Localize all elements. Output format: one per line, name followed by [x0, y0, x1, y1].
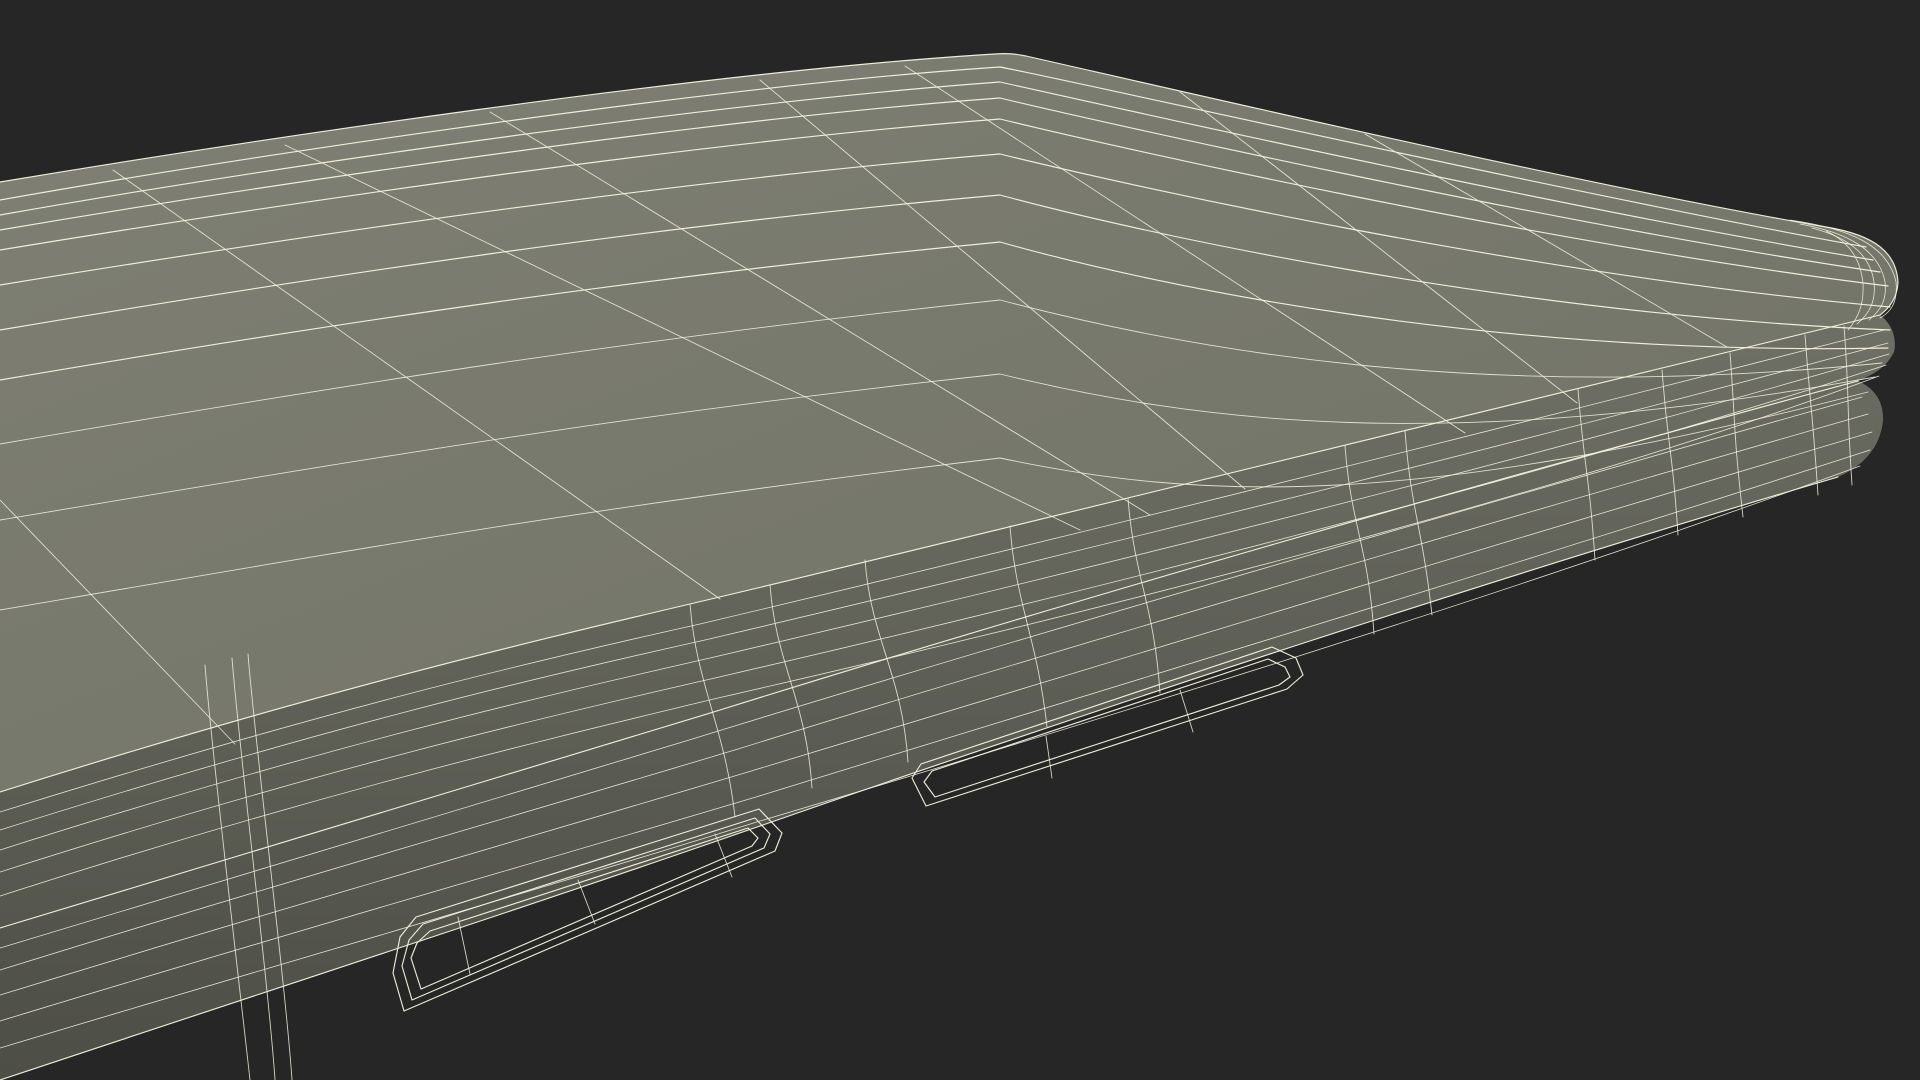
wireframe-device-model	[0, 0, 1920, 1080]
render-viewport	[0, 0, 1920, 1080]
